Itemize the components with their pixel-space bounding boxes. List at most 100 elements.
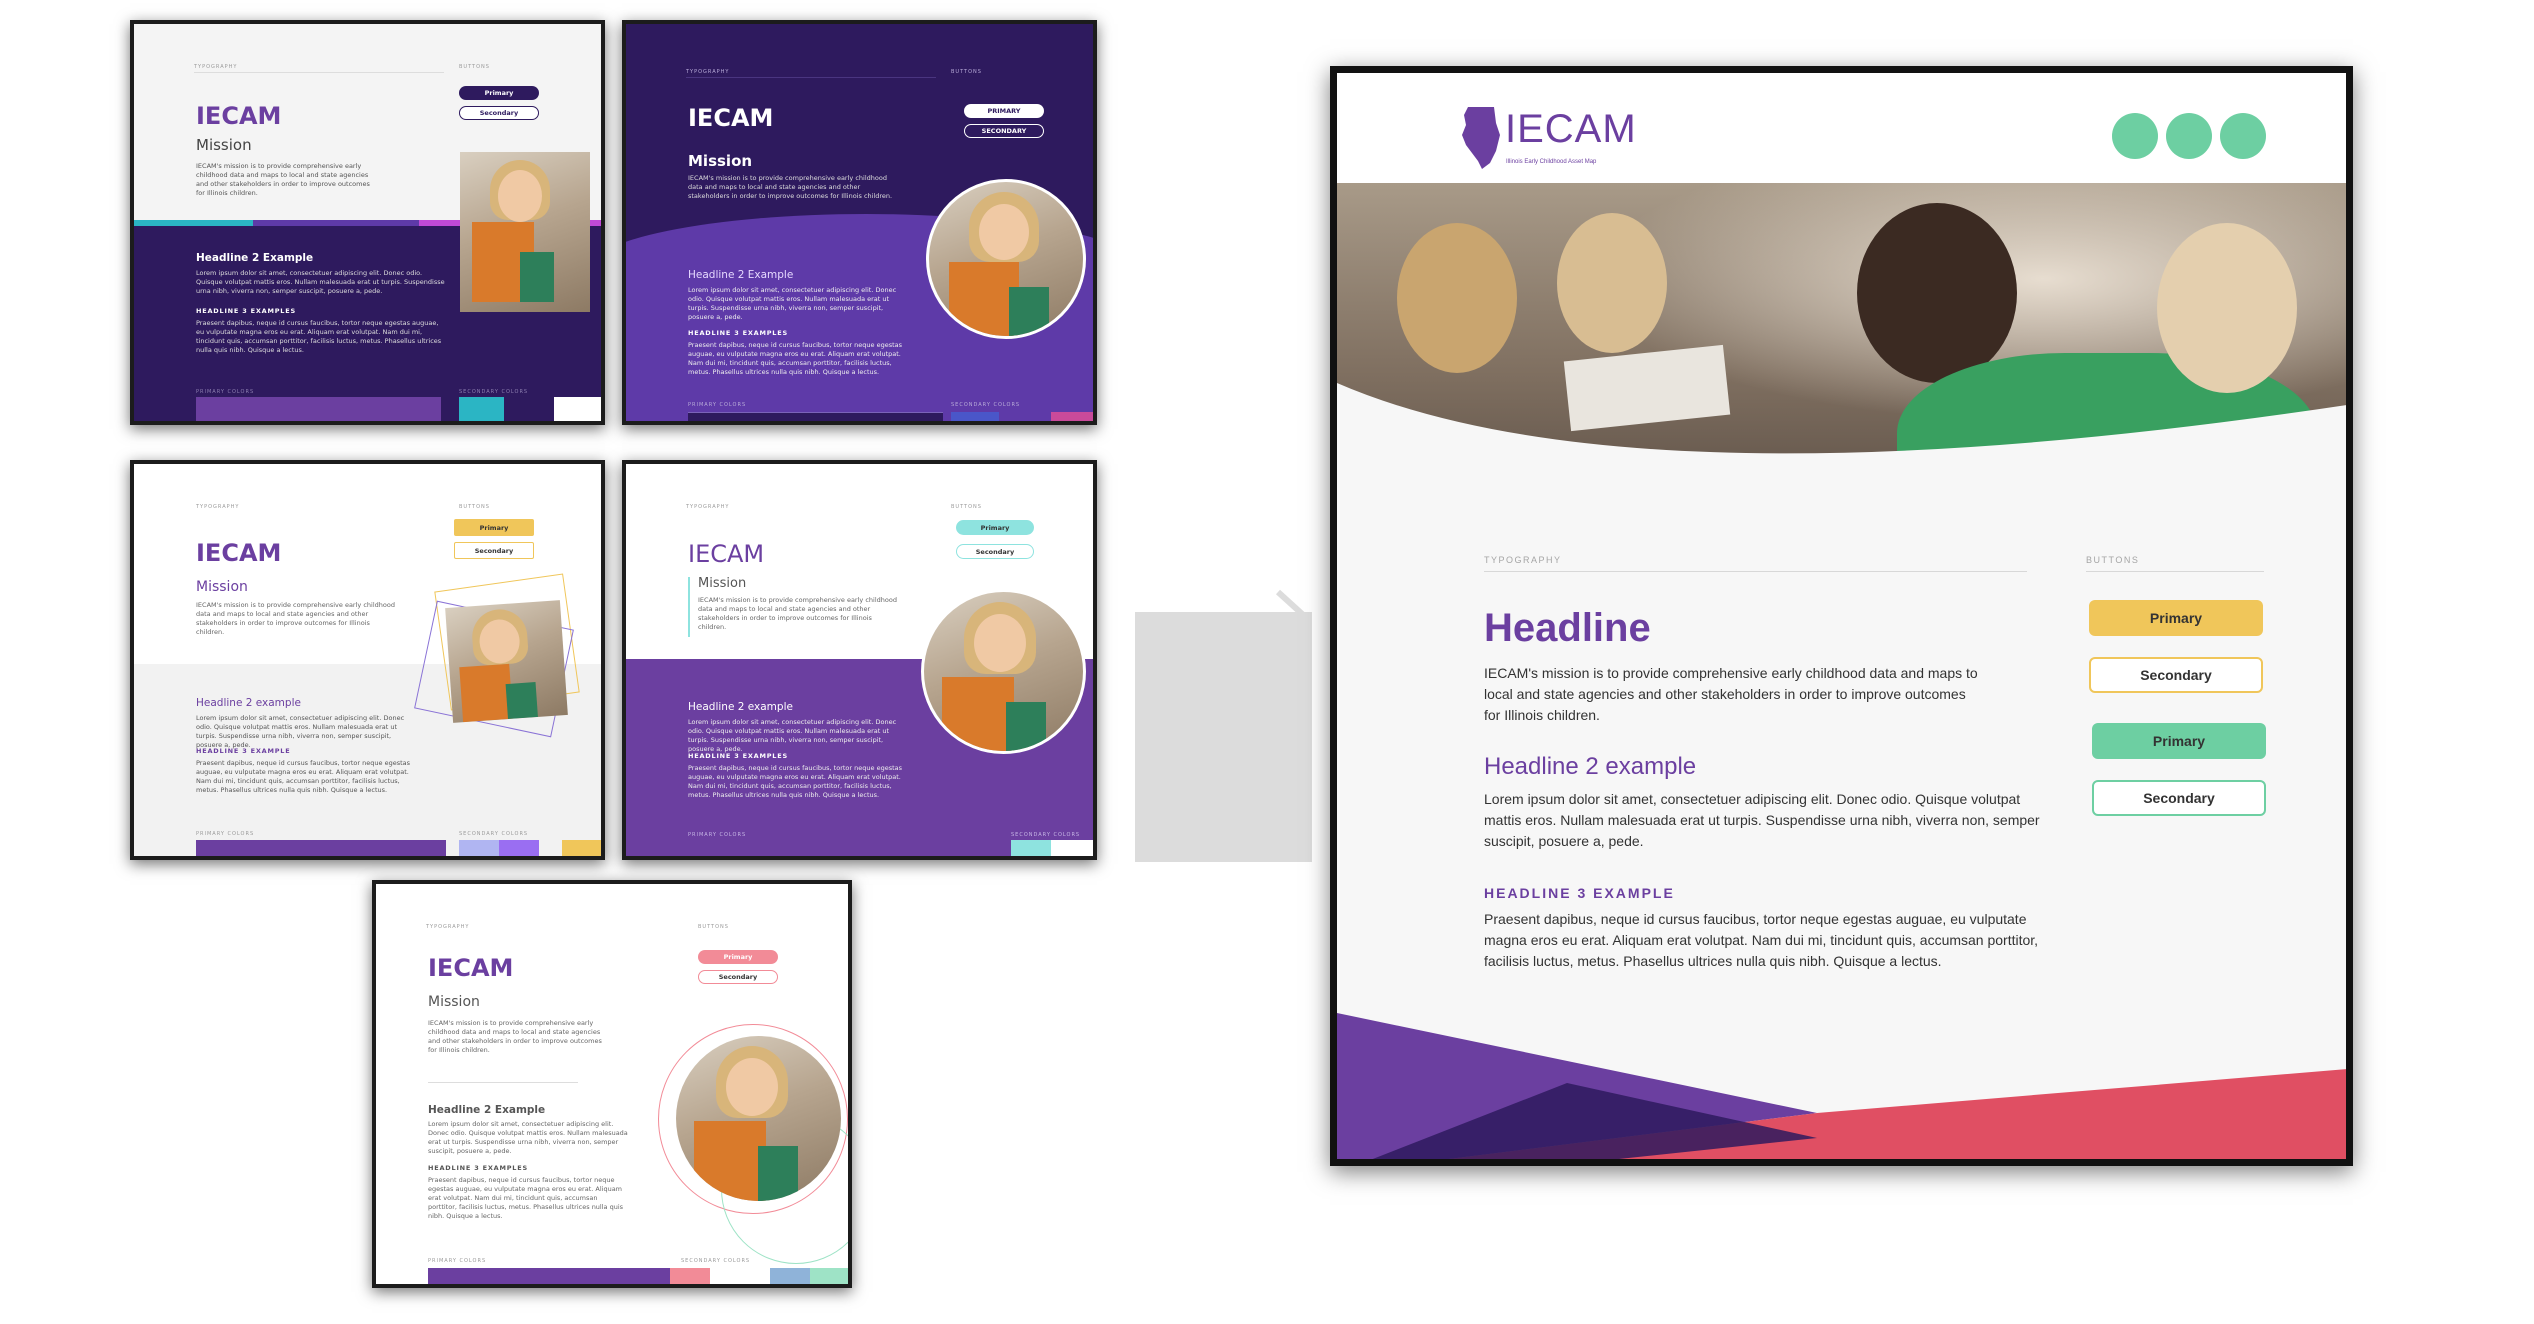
page-title: IECAM (688, 104, 774, 132)
style-tile-4[interactable]: TYPOGRAPHY BUTTONS IECAM Mission IECAM's… (622, 460, 1097, 860)
hero-wave (1337, 383, 2346, 503)
primary-button[interactable]: Primary (698, 950, 778, 964)
headline-3-line-1: Praesent dapibus, neque id cursus faucib… (1484, 911, 2027, 927)
primary-colors-label: PRIMARY COLORS (196, 389, 255, 395)
secondary-button[interactable]: SECONDARY (964, 124, 1044, 138)
secondary-colors-label: SECONDARY COLORS (459, 389, 529, 395)
headline: Headline (1484, 606, 1651, 650)
headline-3: HEADLINE 3 EXAMPLES (428, 1164, 528, 1172)
primary-button[interactable]: Primary (454, 519, 534, 536)
primary-button[interactable]: PRIMARY (964, 104, 1044, 118)
primary-button[interactable]: Primary (956, 520, 1034, 535)
child-reading-photo (921, 589, 1086, 754)
headline-2: Headline 2 example (688, 701, 793, 713)
mission-heading: Mission (196, 136, 252, 154)
secondary-button[interactable]: Secondary (956, 544, 1034, 559)
hero-photo (1337, 183, 2346, 503)
divider (428, 1082, 578, 1083)
mission-text: IECAM's mission is to provide comprehens… (196, 162, 370, 197)
secondary-button-yellow[interactable]: Secondary (2089, 657, 2263, 693)
social-icon-3[interactable] (2220, 113, 2266, 159)
headline-3-text: Praesent dapibus, neque id cursus faucib… (688, 764, 902, 799)
secondary-swatch-pink (1051, 412, 1093, 421)
mission-heading: Mission (196, 579, 248, 595)
chevron-right-icon (1275, 589, 1305, 635)
secondary-button[interactable]: Secondary (698, 970, 778, 984)
headline-3-text: Praesent dapibus, neque id cursus faucib… (196, 319, 442, 354)
child-reading-photo (460, 152, 590, 312)
logo-tagline: Illinois Early Childhood Asset Map (1506, 159, 1597, 165)
headline-3: HEADLINE 3 EXAMPLES (196, 307, 296, 315)
headline-2-line-2: mattis eros. Nullam malesuada erat ut tu… (1484, 812, 2040, 828)
primary-button[interactable]: Primary (459, 86, 539, 100)
headline-3-text: Praesent dapibus, neque id cursus faucib… (196, 759, 410, 794)
logo-text: IECAM (1505, 107, 1637, 151)
mission-heading: Mission (428, 994, 480, 1010)
buttons-label: BUTTONS (951, 504, 982, 510)
mission-line-1: IECAM's mission is to provide comprehens… (1484, 665, 1978, 681)
divider (686, 77, 936, 78)
primary-swatch (428, 1268, 670, 1284)
mission-text: IECAM's mission is to provide comprehens… (698, 596, 897, 631)
primary-button-yellow[interactable]: Primary (2089, 600, 2263, 636)
typography-label: TYPOGRAPHY (196, 504, 240, 510)
mission-text: IECAM's mission is to provide comprehens… (688, 174, 893, 200)
buttons-label: BUTTONS (2086, 555, 2140, 565)
typography-label: TYPOGRAPHY (1484, 555, 1562, 565)
style-tile-5[interactable]: TYPOGRAPHY BUTTONS IECAM Mission IECAM's… (372, 880, 852, 1288)
mission-line-2: local and state agencies and other stake… (1484, 686, 1966, 702)
illinois-map-icon (1462, 107, 1500, 169)
secondary-colors-label: SECONDARY COLORS (681, 1258, 751, 1264)
headline-3-line-3: facilisis luctus, metus. Phasellus ultri… (1484, 953, 1942, 969)
primary-colors-label: PRIMARY COLORS (688, 832, 747, 838)
accent-rule (688, 577, 690, 637)
mission-heading: Mission (698, 576, 747, 591)
secondary-swatch-blue (951, 412, 999, 421)
headline-2-text: Lorem ipsum dolor sit amet, consectetuer… (428, 1120, 628, 1155)
style-tile-1[interactable]: TYPOGRAPHY BUTTONS IECAM Mission IECAM's… (130, 20, 605, 425)
headline-3: HEADLINE 3 EXAMPLE (1484, 885, 1675, 901)
secondary-button[interactable]: Secondary (454, 542, 534, 559)
secondary-button[interactable]: Secondary (459, 106, 539, 120)
primary-colors-label: PRIMARY COLORS (688, 402, 747, 408)
secondary-swatch-white (1051, 840, 1093, 856)
secondary-swatch-aqua (1011, 840, 1051, 856)
social-icon-2[interactable] (2166, 113, 2212, 159)
mission-text: IECAM's mission is to provide comprehens… (196, 601, 395, 636)
secondary-swatch-mint (810, 1268, 848, 1284)
typography-label: TYPOGRAPHY (686, 504, 730, 510)
child-reading-photo (926, 179, 1086, 339)
site-header: IECAM Illinois Early Childhood Asset Map (1337, 73, 2346, 183)
headline-3-text: Praesent dapibus, neque id cursus faucib… (428, 1176, 624, 1220)
headline-2-line-1: Lorem ipsum dolor sit amet, consectetuer… (1484, 791, 2021, 807)
child-hair-3 (2157, 223, 2297, 393)
headline-2: Headline 2 example (196, 697, 301, 709)
buttons-label: BUTTONS (951, 69, 982, 75)
headline-3: HEADLINE 3 EXAMPLE (196, 747, 291, 755)
connector-panel (1135, 612, 1312, 862)
secondary-colors-label: SECONDARY COLORS (951, 402, 1021, 408)
final-design: IECAM Illinois Early Childhood Asset Map… (1330, 66, 2353, 1166)
headline-2-text: Lorem ipsum dolor sit amet, consectetuer… (196, 714, 405, 749)
typography-label: TYPOGRAPHY (194, 64, 238, 70)
social-icon-1[interactable] (2112, 113, 2158, 159)
buttons-label: BUTTONS (698, 924, 729, 930)
primary-colors-label: PRIMARY COLORS (196, 831, 255, 837)
secondary-swatch-blue (770, 1268, 810, 1284)
headline-2-text: Lorem ipsum dolor sit amet, consectetuer… (196, 269, 445, 295)
typography-label: TYPOGRAPHY (686, 69, 730, 75)
primary-button-mint[interactable]: Primary (2092, 723, 2266, 759)
mission-heading: Mission (688, 152, 753, 170)
page-title: IECAM (196, 102, 282, 130)
style-tile-2[interactable]: TYPOGRAPHY BUTTONS IECAM Mission IECAM's… (622, 20, 1097, 425)
secondary-swatch-pink (670, 1268, 710, 1284)
headline-3: HEADLINE 3 EXAMPLES (688, 752, 788, 760)
headline-3-line-2: magna eros eu erat. Aliquam erat volutpa… (1484, 932, 2039, 948)
mission-line-3: for Illinois children. (1484, 707, 1600, 723)
style-tile-3[interactable]: TYPOGRAPHY BUTTONS IECAM Mission IECAM's… (130, 460, 605, 860)
page-title: IECAM (428, 954, 514, 982)
page-title: IECAM (688, 540, 765, 568)
primary-swatch (688, 412, 943, 421)
primary-colors-label: PRIMARY COLORS (428, 1258, 487, 1264)
secondary-button-mint[interactable]: Secondary (2092, 780, 2266, 816)
